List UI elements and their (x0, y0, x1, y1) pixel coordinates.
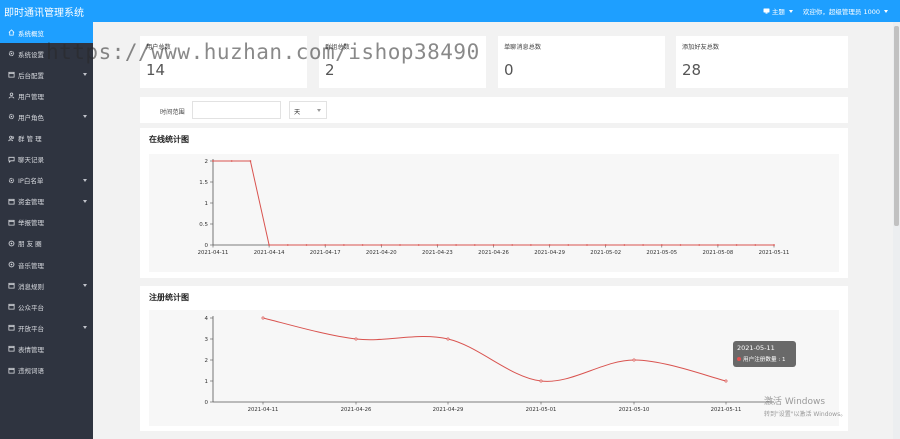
sidebar-item-label: 违规词语 (18, 367, 44, 376)
sidebar-item-label: 音乐管理 (18, 261, 44, 270)
main-content: 用户总数 14 群组总数 2 单聊消息总数 0 添加好友总数 28 时间范围 天… (93, 22, 900, 439)
chevron-down-icon (83, 326, 87, 330)
circle-icon (7, 239, 15, 247)
circle-icon (7, 261, 15, 269)
calendar-icon (7, 218, 15, 226)
calendar-icon (7, 197, 15, 205)
sidebar-item-label: 资金管理 (18, 198, 44, 207)
time-range-input[interactable] (192, 101, 281, 119)
stat-label: 单聊消息总数 (504, 44, 542, 51)
sidebar-item[interactable]: IP白名单 (0, 170, 93, 191)
home-icon (7, 29, 15, 37)
sidebar-item[interactable]: 资金管理 (0, 191, 93, 212)
sidebar-item[interactable]: 表情管理 (0, 338, 93, 359)
chart-title: 在线统计图 (149, 135, 189, 144)
watermark-text: https://www.huzhan.com/ishop38490 (46, 40, 480, 64)
series-dot-icon (737, 357, 741, 361)
calendar-icon (7, 303, 15, 311)
sidebar-item[interactable]: 开放平台 (0, 317, 93, 338)
sidebar-item[interactable]: 后台配置 (0, 64, 93, 85)
welcome-text: 欢迎你，超级管理员 1000 (802, 8, 880, 16)
online-plot-area (149, 154, 839, 272)
theme-icon (763, 8, 770, 14)
sidebar-item[interactable]: 举报管理 (0, 212, 93, 233)
chevron-down-icon (83, 199, 87, 203)
sidebar-item-label: 朋 友 圈 (18, 240, 42, 249)
activation-subtitle: 转到"设置"以激活 Windows。 (764, 411, 847, 418)
sidebar-item-label: 举报管理 (18, 219, 44, 228)
chevron-down-icon (884, 9, 888, 13)
gear-icon (7, 113, 15, 121)
calendar-icon (7, 324, 15, 332)
chevron-down-icon (317, 109, 321, 112)
sidebar-item[interactable]: 聊天记录 (0, 149, 93, 170)
chart-title: 注册统计图 (149, 293, 189, 302)
sidebar-item-label: 群 管 理 (18, 135, 42, 144)
page-scrollbar[interactable] (893, 22, 900, 439)
calendar-icon (7, 71, 15, 79)
app-title: 即时通讯管理系统 (4, 8, 84, 19)
user-icon (7, 92, 15, 100)
calendar-icon (7, 345, 15, 353)
stat-card-messages: 单聊消息总数 0 (498, 36, 665, 88)
stat-card-friends: 添加好友总数 28 (676, 36, 848, 88)
sidebar: 系统概览系统设置后台配置用户管理用户角色群 管 理聊天记录 IP白名单资金管理举报… (0, 22, 93, 439)
stat-value: 0 (504, 61, 514, 79)
register-plot-area (149, 310, 839, 426)
sidebar-item[interactable]: 音乐管理 (0, 254, 93, 275)
scrollbar-thumb[interactable] (894, 26, 899, 226)
chevron-down-icon (83, 178, 87, 182)
time-range-label: 时间范围 (160, 109, 185, 116)
theme-menu[interactable]: 主题 (763, 6, 793, 16)
sidebar-item-label: 用户管理 (18, 92, 44, 101)
windows-activation-notice: 激活 Windows 转到"设置"以激活 Windows。 (764, 394, 846, 418)
tooltip-date: 2021-05-11 (737, 344, 775, 352)
stat-label: 添加好友总数 (682, 44, 720, 51)
chevron-down-icon (83, 115, 87, 119)
user-menu[interactable]: 欢迎你，超级管理员 1000 (803, 6, 888, 16)
chevron-down-icon (788, 9, 793, 13)
calendar-icon (7, 282, 15, 290)
sidebar-item-label: 后台配置 (18, 71, 44, 80)
sidebar-item-label: 系统设置 (18, 50, 44, 59)
sidebar-item-label: IP白名单 (18, 177, 44, 186)
theme-label: 主题 (771, 8, 785, 16)
chevron-down-icon (83, 284, 87, 288)
sidebar-item-label: 消息规则 (18, 282, 44, 291)
message-icon (7, 155, 15, 163)
activation-title: 激活 Windows (764, 397, 826, 407)
sidebar-item-label: 表情管理 (18, 345, 44, 354)
sidebar-item[interactable]: 用户管理 (0, 85, 93, 106)
top-bar: 即时通讯管理系统 主题 欢迎你，超级管理员 1000 (0, 0, 900, 22)
gear-icon (7, 50, 15, 58)
sidebar-item[interactable]: 群 管 理 (0, 127, 93, 148)
users-icon (7, 134, 15, 142)
sidebar-item[interactable]: 公众平台 (0, 296, 93, 317)
top-right-menu: 主题 欢迎你，超级管理员 1000 (763, 6, 888, 16)
gear-icon (7, 176, 15, 184)
online-chart-card: 在线统计图 (140, 128, 848, 278)
time-unit-select[interactable]: 天 (289, 101, 327, 119)
sidebar-item[interactable]: 消息规则 (0, 275, 93, 296)
filter-bar: 时间范围 天 (140, 97, 848, 123)
time-unit-value: 天 (294, 109, 301, 116)
chart-tooltip: 2021-05-11 用户注册数量 : 1 (733, 341, 796, 367)
sidebar-item[interactable]: 违规词语 (0, 360, 93, 381)
tooltip-value: 用户注册数量 : 1 (743, 357, 786, 363)
sidebar-item[interactable]: 用户角色 (0, 106, 93, 127)
sidebar-item-label: 用户角色 (18, 113, 44, 122)
calendar-icon (7, 366, 15, 374)
sidebar-item-label: 聊天记录 (18, 156, 44, 165)
sidebar-item-label: 系统概览 (18, 29, 44, 38)
chevron-down-icon (83, 73, 87, 77)
sidebar-item[interactable]: 朋 友 圈 (0, 233, 93, 254)
sidebar-item-label: 开放平台 (18, 324, 44, 333)
sidebar-item-label: 公众平台 (18, 303, 44, 312)
stat-value: 28 (682, 61, 702, 79)
